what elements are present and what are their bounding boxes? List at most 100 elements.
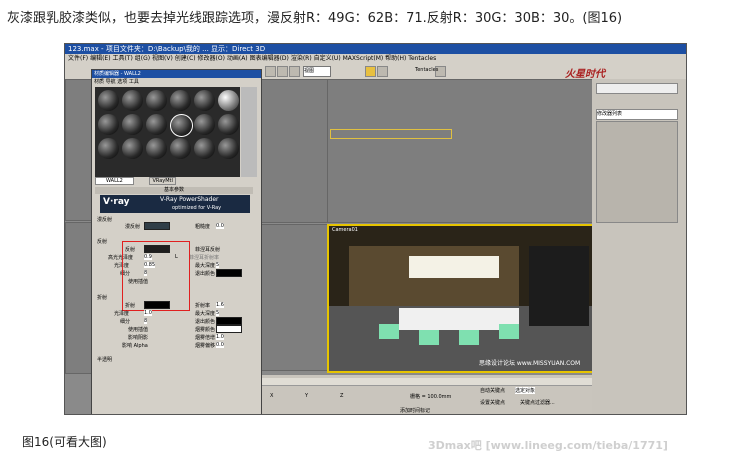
viewport-left[interactable] — [327, 79, 593, 223]
medit-menu-utilities[interactable]: 工具 — [129, 79, 139, 85]
sample-slot[interactable] — [170, 138, 191, 159]
sample-slot[interactable] — [122, 114, 143, 135]
menu-rendering[interactable]: 渲染(R) — [291, 55, 312, 62]
refr-gloss-label: 光泽度 — [114, 311, 130, 317]
refl-exit-color-swatch[interactable] — [216, 269, 242, 277]
sample-slot[interactable] — [122, 90, 143, 111]
refl-max-depth-value[interactable]: 5 — [216, 262, 220, 268]
menu-tools[interactable]: 工具(T) — [112, 55, 132, 62]
medit-menu-options[interactable]: 选项 — [117, 79, 127, 85]
fog-color-swatch[interactable] — [216, 325, 242, 333]
refr-max-depth-value[interactable]: 5 — [216, 310, 220, 316]
fresnel-ior-label: 菲涅耳折射率 — [189, 255, 220, 261]
menu-file[interactable]: 文件(F) — [68, 55, 88, 62]
affect-alpha[interactable]: 影响 Alpha — [122, 342, 148, 349]
sample-slot[interactable] — [98, 90, 119, 111]
material-editor: 材质编辑器 - WALL2 材质 导航 选项 工具 WALL2 VRayMtl … — [91, 69, 262, 414]
fog-bias-value[interactable]: 0.0 — [216, 342, 224, 348]
rotate-icon[interactable] — [289, 66, 300, 77]
viewport-camera[interactable]: Camera01 思缘设计论坛 www.MISSYUAN.COM — [327, 224, 595, 373]
affect-shadows[interactable]: 影响阴影 — [128, 334, 148, 341]
menu-animation[interactable]: 动画(A) — [227, 55, 248, 62]
select-icon[interactable] — [265, 66, 276, 77]
viewport-front[interactable] — [260, 79, 328, 223]
refr-exit-color-swatch[interactable] — [216, 317, 242, 325]
chair-2 — [419, 330, 439, 345]
menu-views[interactable]: 视图(V) — [152, 55, 173, 62]
vray-logo: V·ray — [103, 197, 130, 207]
viewport-perspective[interactable] — [260, 224, 328, 371]
menu-tentacles[interactable]: Tentacles — [408, 55, 436, 62]
set-key-label[interactable]: 设置关键点 — [480, 399, 505, 406]
menu-group[interactable]: 组(G) — [135, 55, 150, 62]
y-label: Y — [305, 393, 309, 399]
fog-bias-label: 烟雾偏移 — [195, 343, 216, 349]
sample-slots — [95, 87, 240, 177]
material-type-button[interactable]: VRayMtl — [149, 177, 176, 185]
modifier-stack[interactable] — [596, 121, 678, 223]
tentacles-label: Tentacles — [415, 67, 439, 73]
refl-max-depth-label: 最大深度 — [195, 263, 216, 269]
fog-mult-value[interactable]: 1.0 — [216, 334, 224, 340]
vray-banner-title: V-Ray PowerShader — [160, 196, 219, 203]
chair-4 — [499, 324, 519, 339]
fog-mult-label: 烟雾倍增 — [195, 335, 216, 341]
sample-slot[interactable] — [98, 138, 119, 159]
sample-slot[interactable] — [218, 114, 239, 135]
roughness-value[interactable]: 0.0 — [216, 223, 224, 229]
modifier-list[interactable]: 修改器列表 — [596, 109, 678, 120]
menu-help[interactable]: 帮助(H) — [385, 55, 406, 62]
sample-slot[interactable] — [146, 114, 167, 135]
time-slider[interactable] — [260, 378, 595, 386]
snap-icon[interactable] — [365, 66, 376, 77]
menu-create[interactable]: 创建(C) — [175, 55, 196, 62]
fog-color-label: 烟雾颜色 — [195, 327, 216, 333]
selected-dropdown[interactable]: 选定对象 — [515, 387, 536, 394]
angle-snap-icon[interactable] — [377, 66, 388, 77]
ior-value[interactable]: 1.6 — [216, 302, 224, 308]
vray-banner: V·ray V-Ray PowerShader optimized for V-… — [100, 195, 250, 213]
sample-slot[interactable] — [218, 90, 239, 111]
medit-side-tools[interactable] — [241, 87, 257, 177]
refr-subdivs-label: 细分 — [120, 319, 131, 325]
menu-edit[interactable]: 编辑(E) — [90, 55, 110, 62]
key-filters-button[interactable]: 关键点过滤器... — [520, 399, 555, 406]
fresnel-label[interactable]: 菲涅耳反射 — [195, 246, 220, 253]
sample-slot[interactable] — [194, 138, 215, 159]
sample-slot[interactable] — [170, 90, 191, 111]
watermark-bottom: 思缘设计论坛 www.MISSYUAN.COM — [479, 360, 581, 367]
refract-swatch[interactable] — [144, 301, 170, 309]
sample-slot[interactable] — [194, 90, 215, 111]
sample-slot[interactable] — [146, 138, 167, 159]
menu-customize[interactable]: 自定义(U) — [314, 55, 341, 62]
sample-slot[interactable] — [122, 138, 143, 159]
menu-graph[interactable]: 图表编辑器(D) — [250, 55, 289, 62]
sample-slot[interactable] — [98, 114, 119, 135]
refr-gloss-value[interactable]: 1.0 — [144, 310, 152, 316]
sample-slot[interactable] — [146, 90, 167, 111]
sample-slot[interactable] — [218, 138, 239, 159]
refr-subdivs-value[interactable]: 8 — [144, 318, 148, 324]
viewport-top[interactable] — [65, 79, 92, 221]
dark-panels — [529, 246, 589, 326]
viewport-bl[interactable] — [65, 222, 92, 374]
sample-slot-active[interactable] — [170, 114, 193, 137]
auto-key-label[interactable]: 自动关键点 — [480, 387, 505, 394]
move-icon[interactable] — [277, 66, 288, 77]
rollout-basic[interactable]: 基本参数 — [95, 187, 253, 194]
refract-label: 折射 — [125, 303, 136, 309]
material-name-field[interactable]: WALL2 — [95, 177, 134, 185]
medit-menu-navigation[interactable]: 导航 — [106, 79, 116, 85]
view-select[interactable]: 视图 — [303, 66, 331, 77]
source-footer: 3Dmax吧 [www.lineeg.com/tieba/1771] — [428, 439, 668, 452]
add-time-tag[interactable]: 添加时间标记 — [400, 407, 430, 414]
diffuse-swatch[interactable] — [144, 222, 170, 230]
menu-maxscript[interactable]: MAXScript(M) — [343, 55, 384, 62]
sample-slot[interactable] — [194, 114, 215, 135]
medit-menu-material[interactable]: 材质 — [94, 79, 104, 85]
menu-modifiers[interactable]: 修改器(O) — [198, 55, 225, 62]
chair-1 — [379, 324, 399, 339]
figure-caption[interactable]: 图16(可看大图) — [22, 433, 107, 450]
refr-use-interp[interactable]: 使用插值 — [128, 326, 148, 333]
panel-tabs[interactable] — [596, 83, 678, 94]
